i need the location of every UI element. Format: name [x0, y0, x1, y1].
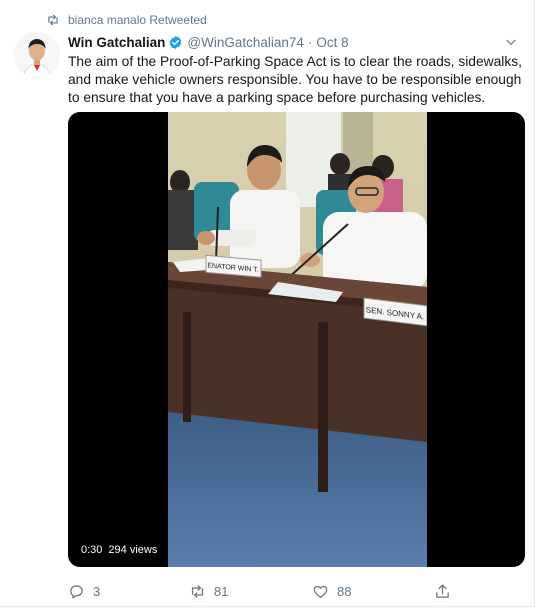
- reply-button[interactable]: 3: [68, 583, 100, 600]
- verified-badge-icon: [170, 35, 182, 49]
- retweet-icon: [191, 584, 204, 598]
- like-button[interactable]: 88: [312, 583, 351, 600]
- video-stats-badge: 0:30 294 views: [76, 541, 163, 559]
- video-views: 294 views: [108, 544, 158, 556]
- tweet-date[interactable]: Oct 8: [316, 35, 348, 50]
- separator-dot: ·: [307, 34, 313, 50]
- video-duration: 0:30: [81, 544, 103, 556]
- retweet-icon: [48, 14, 58, 26]
- share-button[interactable]: [434, 583, 451, 600]
- retweet-context: bianca manalo Retweeted: [46, 12, 207, 28]
- author-avatar[interactable]: [14, 32, 60, 78]
- retweet-button[interactable]: 81: [189, 583, 228, 600]
- heart-icon: [313, 585, 328, 598]
- tweet-card[interactable]: bianca manalo Retweeted Win Gatchalian @…: [0, 0, 535, 607]
- avatar-image: [14, 32, 60, 78]
- reply-count: 3: [93, 583, 101, 599]
- reply-icon: [70, 584, 83, 599]
- tweet-actions: 3 81 88: [68, 578, 468, 604]
- like-count: 88: [337, 583, 352, 599]
- chevron-down-icon[interactable]: [504, 35, 518, 49]
- video-frame: ENATOR WIN T. SEN. SONNY A.: [168, 112, 427, 567]
- retweet-context-text[interactable]: bianca manalo Retweeted: [68, 13, 207, 27]
- tweet-header: Win Gatchalian @WinGatchalian74 · Oct 8: [68, 33, 522, 51]
- tweet-text: The aim of the Proof-of-Parking Space Ac…: [68, 54, 522, 105]
- share-icon: [436, 583, 449, 598]
- author-name[interactable]: Win Gatchalian: [68, 35, 165, 50]
- retweet-count: 81: [214, 583, 229, 599]
- author-handle[interactable]: @WinGatchalian74: [187, 35, 304, 50]
- video-player[interactable]: ENATOR WIN T. SEN. SONNY A. 0:30 294 vie…: [68, 112, 525, 567]
